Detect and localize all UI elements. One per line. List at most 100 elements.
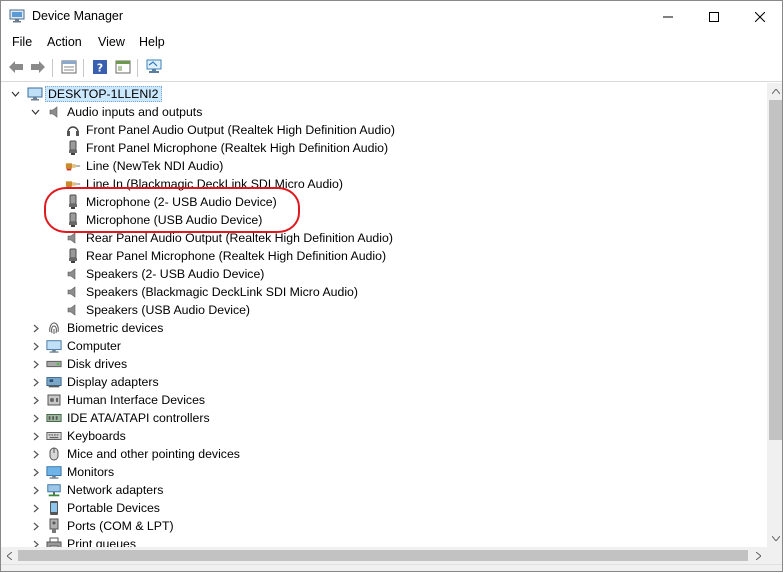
tree-category-row[interactable]: IDE ATA/ATAPI controllers: [1, 409, 767, 427]
tree-device-row[interactable]: Speakers (USB Audio Device): [1, 301, 767, 319]
tree-category-row[interactable]: Print queues: [1, 535, 767, 547]
speaker-icon: [47, 104, 63, 120]
audio-jack-icon: [65, 176, 81, 192]
vertical-scroll-thumb[interactable]: [769, 100, 782, 440]
help-button[interactable]: ?: [90, 58, 110, 78]
minimize-icon: [663, 12, 673, 22]
back-button[interactable]: [6, 58, 26, 78]
horizontal-scrollbar[interactable]: [1, 547, 767, 564]
tree-device-row[interactable]: Microphone (USB Audio Device): [1, 211, 767, 229]
expand-chevron-icon[interactable]: [29, 394, 41, 406]
scroll-left-icon[interactable]: [1, 547, 18, 564]
tree-device-label: Microphone (2- USB Audio Device): [86, 195, 277, 209]
menu-file[interactable]: File: [12, 35, 32, 49]
tree-category-row[interactable]: Human Interface Devices: [1, 391, 767, 409]
speaker-icon: [65, 266, 81, 282]
expand-chevron-icon[interactable]: [29, 376, 41, 388]
tree-category-row[interactable]: Computer: [1, 337, 767, 355]
properties-button[interactable]: [59, 58, 79, 78]
expand-chevron-icon[interactable]: [29, 502, 41, 514]
tree-category-audio[interactable]: Audio inputs and outputs: [1, 103, 767, 121]
tree-category-row[interactable]: Network adapters: [1, 481, 767, 499]
tree-device-row[interactable]: Line (NewTek NDI Audio): [1, 157, 767, 175]
help-icon: ?: [92, 59, 108, 78]
tree-category-label: Display adapters: [67, 375, 159, 389]
tree-category-label: IDE ATA/ATAPI controllers: [67, 411, 210, 425]
tree-category-label: Portable Devices: [67, 501, 160, 515]
fingerprint-icon: [46, 320, 62, 336]
collapse-chevron-icon[interactable]: [9, 88, 21, 100]
show-hide-icon: [115, 60, 131, 77]
scroll-down-icon[interactable]: [767, 530, 782, 547]
tree-category-label: Human Interface Devices: [67, 393, 206, 407]
tree-category-row[interactable]: Ports (COM & LPT): [1, 517, 767, 535]
tree-root-label[interactable]: DESKTOP-1LLENI2: [45, 86, 162, 102]
tree-category-row[interactable]: Disk drives: [1, 355, 767, 373]
tree-device-label: Line (NewTek NDI Audio): [86, 159, 224, 173]
expand-chevron-icon[interactable]: [29, 520, 41, 532]
toolbar: ?: [1, 55, 782, 82]
microphone-icon: [65, 212, 81, 228]
expand-chevron-icon[interactable]: [29, 358, 41, 370]
audio-jack-icon: [65, 158, 81, 174]
display-adapter-icon: [46, 374, 62, 390]
title-bar[interactable]: Device Manager: [1, 1, 782, 32]
tree-device-row[interactable]: Speakers (2- USB Audio Device): [1, 265, 767, 283]
tree-device-label: Front Panel Audio Output (Realtek High D…: [86, 123, 395, 137]
computer-icon: [27, 86, 43, 102]
tree-device-row[interactable]: Rear Panel Microphone (Realtek High Defi…: [1, 247, 767, 265]
menu-bar: File Action View Help: [1, 32, 782, 53]
tree-device-label: Speakers (USB Audio Device): [86, 303, 251, 317]
tree-category-row[interactable]: Biometric devices: [1, 319, 767, 337]
tree-device-row[interactable]: Line In (Blackmagic DeckLink SDI Micro A…: [1, 175, 767, 193]
expand-chevron-icon[interactable]: [29, 412, 41, 424]
expand-chevron-icon[interactable]: [29, 340, 41, 352]
mouse-icon: [46, 446, 62, 462]
expand-chevron-icon[interactable]: [29, 466, 41, 478]
tree-device-row[interactable]: Rear Panel Audio Output (Realtek High De…: [1, 229, 767, 247]
maximize-button[interactable]: [691, 1, 737, 32]
device-tree[interactable]: DESKTOP-1LLENI2 Audio inputs and outputs…: [1, 83, 767, 547]
tree-device-row[interactable]: Microphone (2- USB Audio Device): [1, 193, 767, 211]
tree-category-label: Network adapters: [67, 483, 164, 497]
tree-device-row[interactable]: Speakers (Blackmagic DeckLink SDI Micro …: [1, 283, 767, 301]
tree-device-label: Rear Panel Microphone (Realtek High Defi…: [86, 249, 387, 263]
tree-category-row[interactable]: Display adapters: [1, 373, 767, 391]
menu-view[interactable]: View: [98, 35, 125, 49]
menu-help[interactable]: Help: [139, 35, 165, 49]
tree-category-label: Ports (COM & LPT): [67, 519, 174, 533]
scroll-right-icon[interactable]: [750, 547, 767, 564]
tree-category-row[interactable]: Monitors: [1, 463, 767, 481]
speaker-icon: [65, 284, 81, 300]
menu-action[interactable]: Action: [47, 35, 82, 49]
expand-chevron-icon[interactable]: [29, 322, 41, 334]
tree-device-row[interactable]: Front Panel Microphone (Realtek High Def…: [1, 139, 767, 157]
expand-chevron-icon[interactable]: [29, 538, 41, 547]
tree-category-row[interactable]: Keyboards: [1, 427, 767, 445]
tree-category-row[interactable]: Mice and other pointing devices: [1, 445, 767, 463]
printer-icon: [46, 536, 62, 547]
ide-controller-icon: [46, 410, 62, 426]
scan-hardware-button[interactable]: [144, 58, 164, 78]
expand-chevron-icon[interactable]: [29, 484, 41, 496]
show-hide-button[interactable]: [113, 58, 133, 78]
microphone-icon: [65, 194, 81, 210]
horizontal-scroll-thumb[interactable]: [18, 550, 748, 561]
tree-device-row[interactable]: Front Panel Audio Output (Realtek High D…: [1, 121, 767, 139]
expand-chevron-icon[interactable]: [29, 430, 41, 442]
microphone-icon: [65, 140, 81, 156]
close-button[interactable]: [737, 1, 782, 32]
vertical-scrollbar[interactable]: [767, 83, 782, 547]
tree-category-label: Audio inputs and outputs: [67, 105, 203, 119]
tree-device-label: Front Panel Microphone (Realtek High Def…: [86, 141, 389, 155]
scrollbar-corner: [767, 547, 782, 564]
tree-category-row[interactable]: Portable Devices: [1, 499, 767, 517]
minimize-button[interactable]: [645, 1, 691, 32]
scroll-up-icon[interactable]: [767, 83, 782, 100]
expand-chevron-icon[interactable]: [29, 448, 41, 460]
speaker-icon: [65, 230, 81, 246]
forward-button[interactable]: [28, 58, 48, 78]
tree-root-row[interactable]: DESKTOP-1LLENI2: [1, 85, 767, 103]
collapse-chevron-icon[interactable]: [29, 106, 41, 118]
tree-device-label: Line In (Blackmagic DeckLink SDI Micro A…: [86, 177, 343, 191]
